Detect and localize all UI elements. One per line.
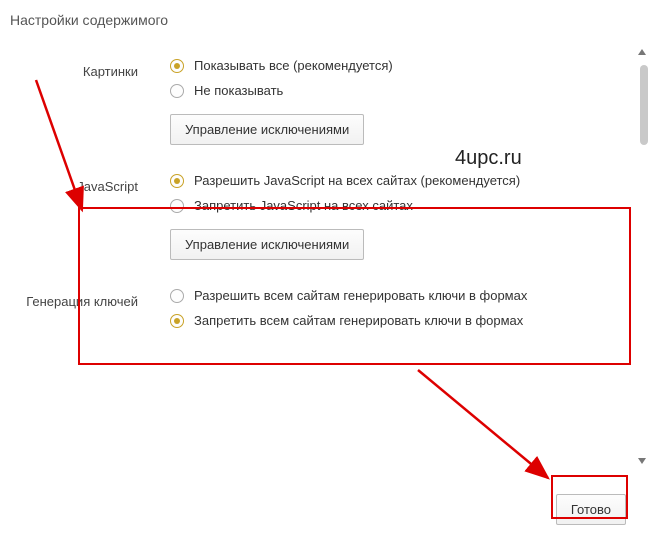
radio-keygen-allow[interactable]: Разрешить всем сайтам генерировать ключи… xyxy=(170,288,640,303)
radio-icon xyxy=(170,59,184,73)
section-keygen: Генерация ключей Разрешить всем сайтам г… xyxy=(10,270,640,348)
radio-label: Показывать все (рекомендуется) xyxy=(194,58,393,73)
dialog-title: Настройки содержимого xyxy=(0,0,650,40)
scroll-thumb[interactable] xyxy=(640,65,648,145)
done-button-container: Готово xyxy=(556,488,626,525)
watermark-text: 4upc.ru xyxy=(455,147,522,170)
section-label-javascript: JavaScript xyxy=(10,173,170,260)
radio-label: Не показывать xyxy=(194,83,283,98)
radio-label: Запретить всем сайтам генерировать ключи… xyxy=(194,313,523,328)
radio-icon xyxy=(170,199,184,213)
section-controls-images: Показывать все (рекомендуется) Не показы… xyxy=(170,58,640,145)
radio-icon xyxy=(170,84,184,98)
manage-exceptions-button[interactable]: Управление исключениями xyxy=(170,229,364,260)
section-label-keygen: Генерация ключей xyxy=(10,288,170,338)
content-area: Картинки Показывать все (рекомендуется) … xyxy=(0,40,650,348)
scrollbar[interactable] xyxy=(635,45,648,468)
section-controls-javascript: Разрешить JavaScript на всех сайтах (рек… xyxy=(170,173,640,260)
radio-images-show-all[interactable]: Показывать все (рекомендуется) xyxy=(170,58,640,73)
radio-label: Разрешить всем сайтам генерировать ключи… xyxy=(194,288,527,303)
done-button[interactable]: Готово xyxy=(556,494,626,525)
radio-icon xyxy=(170,289,184,303)
radio-js-allow[interactable]: Разрешить JavaScript на всех сайтах (рек… xyxy=(170,173,640,188)
section-images: Картинки Показывать все (рекомендуется) … xyxy=(10,40,640,155)
radio-label: Разрешить JavaScript на всех сайтах (рек… xyxy=(194,173,520,188)
section-label-images: Картинки xyxy=(10,58,170,145)
radio-keygen-block[interactable]: Запретить всем сайтам генерировать ключи… xyxy=(170,313,640,328)
radio-js-block[interactable]: Запретить JavaScript на всех сайтах xyxy=(170,198,640,213)
section-controls-keygen: Разрешить всем сайтам генерировать ключи… xyxy=(170,288,640,338)
radio-icon xyxy=(170,314,184,328)
section-javascript: JavaScript Разрешить JavaScript на всех … xyxy=(10,155,640,270)
scroll-down-icon xyxy=(638,458,646,464)
manage-exceptions-button[interactable]: Управление исключениями xyxy=(170,114,364,145)
radio-label: Запретить JavaScript на всех сайтах xyxy=(194,198,413,213)
radio-icon xyxy=(170,174,184,188)
radio-images-hide[interactable]: Не показывать xyxy=(170,83,640,98)
scroll-up-icon xyxy=(638,49,646,55)
